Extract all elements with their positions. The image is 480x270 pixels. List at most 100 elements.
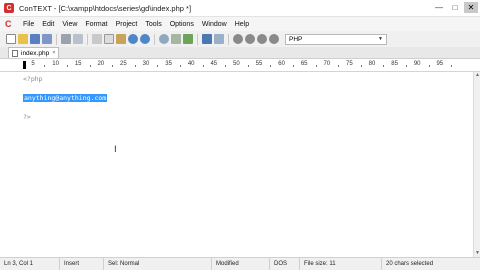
find-icon[interactable] [159, 34, 169, 44]
undo-icon[interactable] [128, 34, 138, 44]
new-file-icon[interactable] [6, 34, 16, 44]
toolbar-separator [56, 33, 57, 45]
ruler-label: 40 [187, 61, 195, 67]
window-controls: — □ ✕ [432, 2, 478, 13]
ruler-label: 35 [165, 61, 172, 67]
ruler-label: 70 [323, 61, 331, 67]
mouse-cursor-icon: I [114, 145, 117, 155]
status-selection-mode: Sel: Normal [104, 257, 212, 270]
ruler-label: 50 [233, 61, 240, 67]
status-mode: Insert [60, 257, 104, 270]
code-line-3-selected: anything@anything.com [23, 94, 108, 102]
menu-project[interactable]: Project [112, 21, 142, 28]
ruler-label: 45 [210, 61, 218, 67]
app-icon: C [4, 3, 14, 13]
ruler-label: 25 [120, 61, 127, 67]
ruler-tick [44, 65, 46, 67]
save-all-icon[interactable] [42, 34, 52, 44]
ruler-label: 90 [413, 61, 421, 67]
close-button[interactable]: ✕ [464, 2, 478, 13]
ruler-label: 65 [300, 61, 308, 67]
status-modified: Modified [212, 257, 270, 270]
ruler-label: 60 [278, 61, 285, 67]
status-chars-selected: 20 chars selected [386, 261, 434, 267]
print-preview-icon[interactable] [73, 34, 83, 44]
ruler-tick [383, 65, 385, 67]
ruler-tick [315, 65, 317, 67]
tab-index-php[interactable]: index.php × [8, 47, 60, 58]
macro-stop-icon[interactable] [257, 34, 267, 44]
menu-edit[interactable]: Edit [38, 21, 58, 28]
print-icon[interactable] [61, 34, 71, 44]
ruler-tick [225, 65, 227, 67]
document-menu-icon[interactable]: C [5, 19, 15, 29]
save-file-icon[interactable] [30, 34, 40, 44]
scroll-down-icon[interactable]: ▼ [474, 250, 480, 257]
menu-window[interactable]: Window [198, 21, 231, 28]
vertical-scrollbar[interactable]: ▲ ▼ [473, 72, 480, 257]
tab-close-icon[interactable]: × [52, 50, 55, 56]
toggle-b-icon[interactable] [214, 34, 224, 44]
ruler: 5 10 15 20 25 30 35 40 45 50 55 60 65 70 75 80 85 90 95 [0, 59, 480, 72]
ruler-tick [360, 65, 362, 67]
paste-icon[interactable] [116, 34, 126, 44]
maximize-button[interactable]: □ [448, 2, 462, 13]
ruler-label: 55 [255, 61, 263, 67]
ruler-tick [179, 65, 181, 67]
status-bar: Ln 3, Col 1 Insert Sel: Normal Modified … [0, 257, 480, 270]
highlighter-select[interactable]: PHP ▼ [285, 33, 387, 45]
status-line-endings: DOS [270, 257, 300, 270]
code-line-1: <?php [23, 75, 43, 83]
minimize-button[interactable]: — [432, 2, 446, 13]
file-icon [12, 49, 18, 57]
macro-record-icon[interactable] [233, 34, 243, 44]
ruler-tick [112, 65, 114, 67]
toggle-a-icon[interactable] [202, 34, 212, 44]
menu-view[interactable]: View [58, 21, 81, 28]
tab-label: index.php [21, 49, 50, 57]
menu-options[interactable]: Options [166, 21, 198, 28]
ruler-label: 30 [142, 61, 150, 67]
ruler-label: 15 [74, 61, 82, 67]
ruler-tick [247, 65, 249, 67]
toolbar-separator [228, 33, 229, 45]
ruler-label: 20 [97, 61, 105, 67]
ruler-tick [292, 65, 294, 67]
scroll-up-icon[interactable]: ▲ [474, 72, 480, 79]
copy-icon[interactable] [104, 34, 114, 44]
window-title: ConTEXT - [C:\xampp\htdocs\series\gd\ind… [19, 3, 192, 13]
menu-bar: C File Edit View Format Project Tools Op… [0, 17, 480, 31]
open-file-icon[interactable] [18, 34, 28, 44]
menu-help[interactable]: Help [231, 21, 253, 28]
ruler-tick [89, 65, 91, 67]
macro-edit-icon[interactable] [269, 34, 279, 44]
ruler-tick [405, 65, 407, 67]
editor-area[interactable]: <?php anything@anything.com ?> I [0, 72, 473, 257]
ruler-tick [270, 65, 272, 67]
status-position: Ln 3, Col 1 [0, 257, 60, 270]
ruler-label: 95 [436, 61, 444, 67]
ruler-tick [451, 65, 453, 67]
replace-icon[interactable] [183, 34, 193, 44]
highlighter-value: PHP [289, 35, 303, 43]
ruler-label: 5 [31, 61, 35, 67]
code-line-5: ?> [23, 113, 31, 121]
ruler-margin-marker[interactable] [23, 61, 26, 69]
ruler-label: 75 [346, 61, 353, 67]
toolbar-separator [87, 33, 88, 45]
status-file-size: File size: 11 [300, 257, 382, 270]
menu-tools[interactable]: Tools [141, 21, 165, 28]
menu-format[interactable]: Format [81, 21, 111, 28]
ruler-label: 80 [368, 61, 376, 67]
ruler-tick [134, 65, 136, 67]
redo-icon[interactable] [140, 34, 150, 44]
macro-play-icon[interactable] [245, 34, 255, 44]
ruler-tick [157, 65, 159, 67]
ruler-tick [428, 65, 430, 67]
menu-file[interactable]: File [19, 21, 38, 28]
ruler-tick [66, 65, 68, 67]
toolbar: PHP ▼ [0, 31, 480, 47]
cut-icon[interactable] [92, 34, 102, 44]
ruler-label: 85 [391, 61, 398, 67]
find-next-icon[interactable] [171, 34, 181, 44]
